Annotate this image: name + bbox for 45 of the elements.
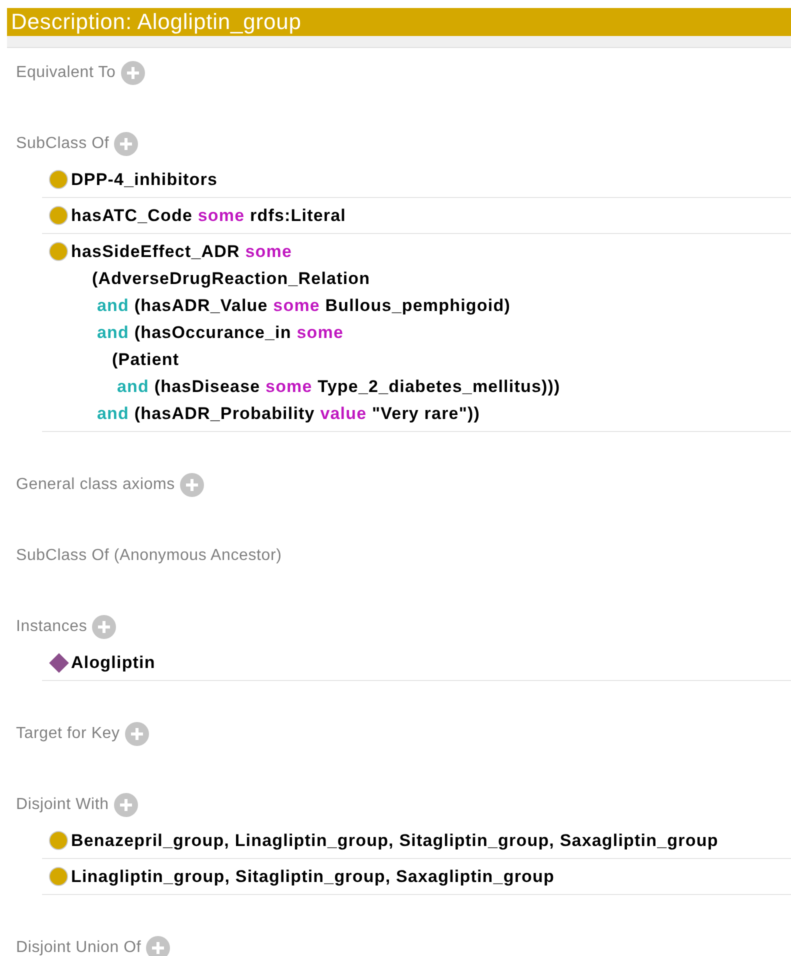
add-button[interactable]	[92, 615, 116, 639]
expression-line: DPP-4_inhibitors	[71, 169, 218, 191]
add-button[interactable]	[114, 793, 138, 817]
add-button[interactable]	[114, 132, 138, 156]
plus-icon	[118, 798, 133, 812]
plus-icon	[130, 727, 144, 741]
axiom-row[interactable]: Linagliptin_group, Sitagliptin_group, Saxagliptin_group	[42, 859, 791, 895]
expression-line: Alogliptin	[71, 652, 156, 674]
expression-line: Linagliptin_group, Sitagliptin_group, Saxagliptin_group	[71, 866, 554, 888]
expression-line: and (hasADR_Value some Bullous_pemphigoid)	[97, 295, 510, 317]
plus-icon	[126, 66, 140, 80]
section-label: SubClass Of	[16, 134, 110, 154]
description-header: Description: Alogliptin_group	[7, 8, 791, 36]
section-label: Equivalent To	[16, 63, 116, 83]
expression-line: and (hasDisease some Type_2_diabetes_mellitus)))	[117, 376, 560, 398]
expression-line: (AdverseDrugReaction_Relation	[92, 268, 370, 290]
axiom-row[interactable]: DPP-4_inhibitors	[42, 162, 791, 198]
section-label: Disjoint Union Of	[16, 938, 142, 956]
section-label: SubClass Of (Anonymous Ancestor)	[16, 546, 282, 566]
class-icon	[49, 206, 68, 225]
plus-icon	[184, 478, 199, 492]
expression-line: (Patient	[112, 349, 180, 371]
plus-icon	[119, 137, 134, 151]
add-button[interactable]	[124, 722, 149, 746]
add-button[interactable]	[180, 473, 204, 497]
expression-line: hasSideEffect_ADR some	[71, 241, 292, 263]
axiom-row[interactable]: Alogliptin	[42, 645, 791, 681]
class-icon	[49, 867, 68, 886]
add-button[interactable]	[120, 61, 145, 85]
expression-line: and (hasADR_Probability value "Very rare"))	[97, 403, 480, 425]
class-icon	[49, 242, 68, 261]
expression-line: hasATC_Code some rdfs:Literal	[71, 205, 346, 227]
section-label: General class axioms	[16, 475, 175, 495]
expression-line: and (hasOccurance_in some	[97, 322, 344, 344]
axiom-row[interactable]: hasATC_Code some rdfs:Literal	[42, 198, 791, 234]
class-icon	[49, 831, 68, 850]
class-icon	[49, 170, 68, 189]
section-label: Disjoint With	[16, 795, 109, 815]
section-label: Instances	[16, 617, 88, 637]
plus-icon	[151, 941, 166, 955]
plus-icon	[97, 620, 112, 634]
section-label: Target for Key	[16, 724, 120, 744]
add-button[interactable]	[146, 936, 170, 956]
expression-line: Benazepril_group, Linagliptin_group, Sitagliptin_group, Saxagliptin_group	[71, 830, 718, 852]
axiom-row[interactable]: Benazepril_group, Linagliptin_group, Sitagliptin_group, Saxagliptin_group	[42, 823, 791, 859]
